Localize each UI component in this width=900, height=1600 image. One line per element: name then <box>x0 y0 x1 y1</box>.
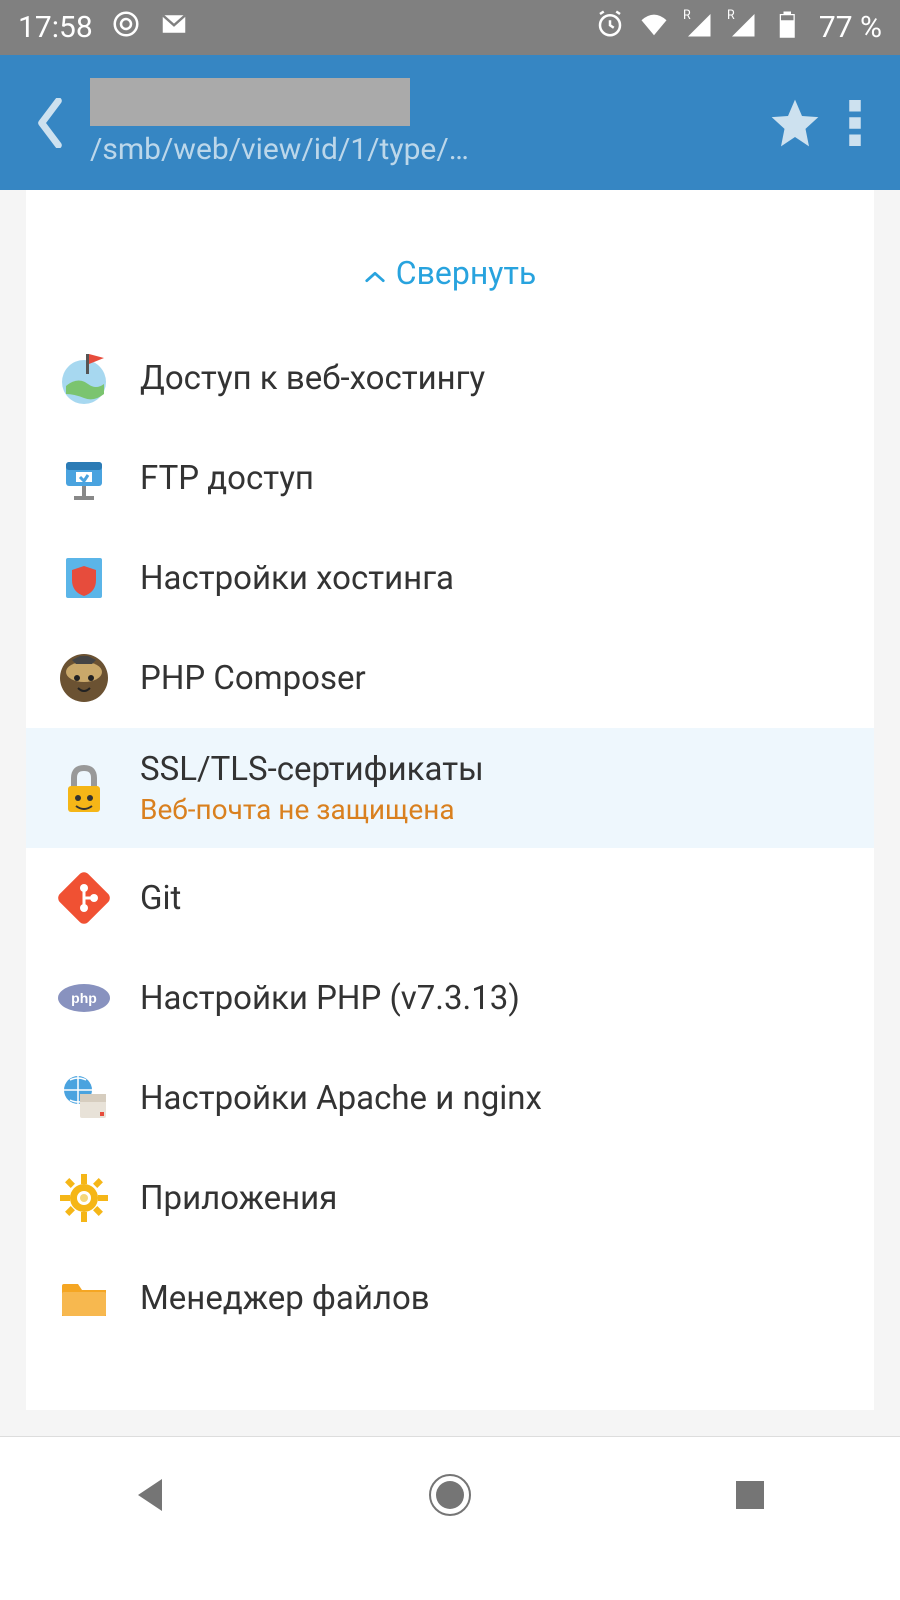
svg-text:php: php <box>71 990 97 1006</box>
menu-item-text: PHP Composer <box>140 659 366 698</box>
menu-item-label: PHP Composer <box>140 659 366 698</box>
wifi-icon <box>639 9 669 47</box>
menu-item-label: Приложения <box>140 1179 337 1218</box>
gmail-icon <box>159 9 189 47</box>
menu-item-servers[interactable]: Настройки Apache и nginx <box>26 1048 874 1148</box>
hosting-shield-icon <box>56 550 112 606</box>
gear-icon <box>56 1170 112 1226</box>
menu-item-label: Git <box>140 879 181 918</box>
menu-item-text: Настройки PHP (v7.3.13) <box>140 979 520 1018</box>
status-bar: 17:58 R R 77 % <box>0 0 900 55</box>
svg-text:R: R <box>683 9 691 23</box>
menu-item-label: Настройки PHP (v7.3.13) <box>140 979 520 1018</box>
menu-card: Свернуть Доступ к веб-хостингу FTP доступ… <box>26 190 874 1410</box>
app-header: /smb/web/view/id/1/type/… <box>0 55 900 190</box>
nav-home-button[interactable] <box>426 1471 474 1523</box>
system-nav-bar <box>0 1436 900 1556</box>
signal-icon-2: R <box>727 9 757 47</box>
back-button[interactable] <box>20 98 80 148</box>
menu-item-composer[interactable]: PHP Composer <box>26 628 874 728</box>
composer-icon <box>56 650 112 706</box>
menu-item-php[interactable]: php Настройки PHP (v7.3.13) <box>26 948 874 1048</box>
content-area: Свернуть Доступ к веб-хостингу FTP доступ… <box>0 190 900 1436</box>
menu-item-git[interactable]: Git <box>26 848 874 948</box>
url-box-redacted[interactable] <box>90 78 410 126</box>
overflow-menu-button[interactable] <box>830 100 880 146</box>
menu-item-text: SSL/TLS-сертификаты Веб-почта не защищена <box>140 750 484 826</box>
menu-item-text: Git <box>140 879 181 918</box>
favorite-button[interactable] <box>760 95 830 151</box>
lock-icon <box>56 760 112 816</box>
ftp-icon <box>56 450 112 506</box>
menu-item-text: FTP доступ <box>140 459 314 498</box>
servers-icon <box>56 1070 112 1126</box>
git-icon <box>56 870 112 926</box>
status-time: 17:58 <box>18 10 93 45</box>
nav-back-button[interactable] <box>126 1471 174 1523</box>
menu-item-hosting-shield[interactable]: Настройки хостинга <box>26 528 874 628</box>
menu-item-label: SSL/TLS-сертификаты <box>140 750 484 789</box>
menu-item-label: FTP доступ <box>140 459 314 498</box>
menu-item-label: Настройки Apache и nginx <box>140 1079 542 1118</box>
menu-item-text: Настройки Apache и nginx <box>140 1079 542 1118</box>
collapse-row[interactable]: Свернуть <box>26 230 874 310</box>
php-icon: php <box>56 970 112 1026</box>
nav-recent-button[interactable] <box>726 1471 774 1523</box>
menu-list: Доступ к веб-хостингу FTP доступ Настройки… <box>26 328 874 1348</box>
menu-item-gear[interactable]: Приложения <box>26 1148 874 1248</box>
menu-item-text: Доступ к веб-хостингу <box>140 359 485 398</box>
menu-item-text: Менеджер файлов <box>140 1279 430 1318</box>
menu-item-label: Настройки хостинга <box>140 559 454 598</box>
menu-item-folder[interactable]: Менеджер файлов <box>26 1248 874 1348</box>
chrome-icon <box>111 9 141 47</box>
menu-item-text: Приложения <box>140 1179 337 1218</box>
chevron-up-icon <box>364 254 386 292</box>
menu-item-label: Менеджер файлов <box>140 1279 430 1318</box>
svg-text:R: R <box>727 9 735 23</box>
alarm-icon <box>595 9 625 47</box>
globe-flag-icon <box>56 350 112 406</box>
url-path: /smb/web/view/id/1/type/… <box>90 132 530 167</box>
menu-item-text: Настройки хостинга <box>140 559 454 598</box>
battery-percent: 77 % <box>819 10 882 45</box>
menu-item-globe-flag[interactable]: Доступ к веб-хостингу <box>26 328 874 428</box>
battery-icon <box>771 9 801 47</box>
url-area: /smb/web/view/id/1/type/… <box>90 78 760 167</box>
menu-item-label: Доступ к веб-хостингу <box>140 359 485 398</box>
folder-icon <box>56 1270 112 1326</box>
menu-item-sublabel: Веб-почта не защищена <box>140 793 484 826</box>
collapse-label: Свернуть <box>396 254 536 292</box>
signal-icon-1: R <box>683 9 713 47</box>
menu-item-ftp[interactable]: FTP доступ <box>26 428 874 528</box>
menu-item-lock[interactable]: SSL/TLS-сертификаты Веб-почта не защищена <box>26 728 874 848</box>
